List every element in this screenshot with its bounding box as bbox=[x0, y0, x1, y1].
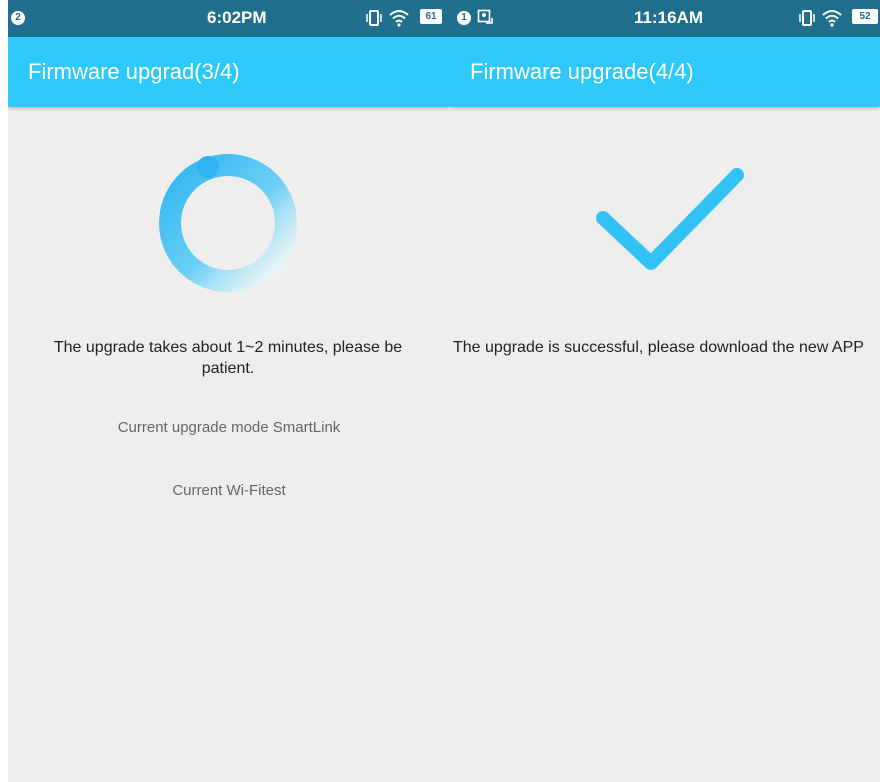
status-time: 6:02PM bbox=[207, 8, 267, 27]
screenshot-icon bbox=[477, 9, 493, 30]
loading-spinner-icon bbox=[153, 148, 303, 303]
notification-count-badge: 2 bbox=[11, 11, 25, 25]
wifi-icon bbox=[822, 9, 842, 32]
checkmark-icon bbox=[590, 158, 750, 288]
wifi-icon bbox=[389, 9, 409, 32]
left-phone-screen: 2 6:02PM 61 Firmware upgrad(3/4) The upg… bbox=[8, 0, 450, 782]
vibrate-icon bbox=[365, 9, 383, 32]
right-phone-screen: 1 11:16AM 52 Firmware upgrade(4/4) The u… bbox=[450, 0, 880, 782]
page-title: Firmware upgrade(4/4) bbox=[470, 59, 694, 84]
app-bar: Firmware upgrad(3/4) bbox=[8, 37, 450, 107]
battery-icon: 52 bbox=[852, 9, 878, 24]
vibrate-icon bbox=[798, 9, 816, 32]
current-wifi-text: Current Wi-Fitest bbox=[172, 482, 286, 499]
status-bar: 1 11:16AM 52 bbox=[450, 0, 880, 37]
upgrade-mode-text: Current upgrade mode SmartLink bbox=[117, 419, 341, 436]
upgrade-success-message: The upgrade is successful, please downlo… bbox=[453, 339, 864, 356]
upgrade-duration-message: The upgrade takes about 1~2 minutes, ple… bbox=[53, 339, 403, 377]
page-title: Firmware upgrad(3/4) bbox=[28, 59, 240, 84]
status-bar: 2 6:02PM 61 bbox=[8, 0, 450, 37]
battery-icon: 61 bbox=[420, 9, 442, 24]
status-time: 11:16AM bbox=[634, 8, 703, 27]
notification-count-badge: 1 bbox=[457, 11, 471, 25]
app-bar: Firmware upgrade(4/4) bbox=[450, 37, 880, 107]
